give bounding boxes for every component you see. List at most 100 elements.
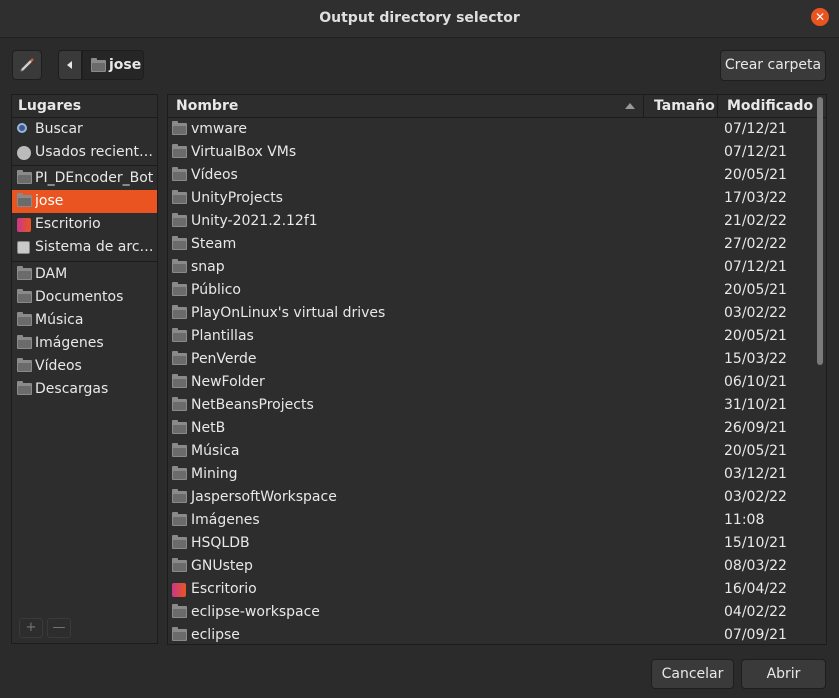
sidebar-divider — [12, 165, 157, 166]
folder-icon — [172, 535, 187, 549]
table-row[interactable]: eclipse-workspace 04/02/22 — [168, 601, 813, 624]
sidebar-item-filesystem[interactable]: Sistema de archivos — [12, 236, 157, 259]
sidebar-item-label: Escritorio — [35, 216, 101, 232]
open-button[interactable]: Abrir — [741, 659, 826, 689]
sidebar-item-pi-dencoder-bot[interactable]: PI_DEncoder_Bot — [12, 167, 157, 190]
table-row[interactable]: Steam 27/02/22 — [168, 233, 813, 256]
table-row[interactable]: snap 07/12/21 — [168, 256, 813, 279]
folder-icon — [172, 305, 187, 319]
file-modified: 15/10/21 — [724, 535, 787, 551]
file-modified: 06/10/21 — [724, 374, 787, 390]
folder-icon — [172, 443, 187, 457]
table-row[interactable]: NetB 26/09/21 — [168, 417, 813, 440]
chevron-left-icon — [67, 61, 72, 69]
table-row[interactable]: NewFolder 06/10/21 — [168, 371, 813, 394]
desktop-icon — [172, 583, 186, 597]
create-folder-button[interactable]: Crear carpeta — [720, 50, 826, 81]
file-list: Nombre Tamaño Modificado vmware 07/12/21 V… — [167, 94, 827, 645]
sidebar-item-musica[interactable]: Música — [12, 309, 157, 332]
path-button-label: jose — [109, 57, 142, 73]
file-name: PlayOnLinux's virtual drives — [191, 305, 386, 321]
table-row[interactable]: Público 20/05/21 — [168, 279, 813, 302]
folder-icon — [172, 512, 187, 526]
sidebar-item-label: PI_DEncoder_Bot — [35, 170, 154, 186]
file-name: eclipse-workspace — [191, 604, 320, 620]
folder-icon — [17, 170, 32, 184]
table-row[interactable]: Plantillas 20/05/21 — [168, 325, 813, 348]
table-row[interactable]: Vídeos 20/05/21 — [168, 164, 813, 187]
file-name: Escritorio — [191, 581, 257, 597]
table-row[interactable]: HSQLDB 15/10/21 — [168, 532, 813, 555]
window-title: Output directory selector — [319, 10, 520, 26]
table-row[interactable]: PlayOnLinux's virtual drives 03/02/22 — [168, 302, 813, 325]
sidebar-item-recent[interactable]: Usados recientemente — [12, 141, 157, 164]
cancel-button[interactable]: Cancelar — [651, 659, 734, 689]
scrollbar-thumb[interactable] — [817, 97, 823, 365]
file-modified: 07/09/21 — [724, 627, 787, 643]
table-row[interactable]: VirtualBox VMs 07/12/21 — [168, 141, 813, 164]
file-modified: 07/12/21 — [724, 259, 787, 275]
table-row[interactable]: eclipse 07/09/21 — [168, 624, 813, 644]
file-name: UnityProjects — [191, 190, 283, 206]
column-header-modified[interactable]: Modificado — [718, 95, 813, 117]
file-name: VirtualBox VMs — [191, 144, 297, 160]
disk-icon — [17, 241, 30, 254]
file-name: GNUstep — [191, 558, 253, 574]
close-button[interactable]: ✕ — [811, 8, 829, 26]
sidebar-item-escritorio[interactable]: Escritorio — [12, 213, 157, 236]
folder-icon — [17, 358, 32, 372]
sidebar-item-documentos[interactable]: Documentos — [12, 286, 157, 309]
table-row[interactable]: UnityProjects 17/03/22 — [168, 187, 813, 210]
folder-icon — [172, 259, 187, 273]
table-row[interactable]: Mining 03/12/21 — [168, 463, 813, 486]
folder-icon — [172, 489, 187, 503]
sidebar-item-imagenes[interactable]: Imágenes — [12, 332, 157, 355]
table-row[interactable]: Escritorio 16/04/22 — [168, 578, 813, 601]
folder-icon — [17, 289, 32, 303]
sidebar-item-label: Sistema de archivos — [35, 239, 155, 255]
table-row[interactable]: PenVerde 15/03/22 — [168, 348, 813, 371]
file-modified: 20/05/21 — [724, 443, 787, 459]
file-name: Mining — [191, 466, 238, 482]
sidebar-footer: + — — [11, 612, 158, 644]
folder-icon — [17, 335, 32, 349]
file-modified: 07/12/21 — [724, 144, 787, 160]
path-button-jose[interactable]: jose — [82, 50, 144, 80]
file-name: snap — [191, 259, 225, 275]
folder-icon — [172, 374, 187, 388]
folder-icon — [172, 420, 187, 434]
sidebar-item-label: Buscar — [35, 121, 83, 137]
table-row[interactable]: JaspersoftWorkspace 03/02/22 — [168, 486, 813, 509]
sort-ascending-icon — [625, 103, 635, 109]
table-row[interactable]: NetBeansProjects 31/10/21 — [168, 394, 813, 417]
remove-bookmark-button[interactable]: — — [47, 618, 71, 638]
file-modified: 11:08 — [724, 512, 765, 528]
column-header-size[interactable]: Tamaño — [644, 95, 718, 117]
column-header-name[interactable]: Nombre — [168, 95, 644, 117]
file-modified: 21/02/22 — [724, 213, 787, 229]
sidebar-item-search[interactable]: Buscar — [12, 118, 157, 141]
sidebar-item-jose[interactable]: jose — [12, 190, 157, 213]
sidebar-item-label: Imágenes — [35, 335, 104, 351]
table-row[interactable]: Unity-2021.2.12f1 21/02/22 — [168, 210, 813, 233]
folder-icon — [172, 282, 187, 296]
sidebar-item-videos[interactable]: Vídeos — [12, 355, 157, 378]
file-name: eclipse — [191, 627, 240, 643]
sidebar-heading: Lugares — [12, 95, 157, 118]
path-back-button[interactable] — [58, 50, 82, 80]
sidebar-item-label: DAM — [35, 266, 68, 282]
sidebar-item-descargas[interactable]: Descargas — [12, 378, 157, 401]
folder-icon — [17, 193, 32, 207]
edit-location-button[interactable] — [12, 50, 42, 80]
add-bookmark-button[interactable]: + — [19, 618, 43, 638]
file-name: HSQLDB — [191, 535, 250, 551]
table-row[interactable]: vmware 07/12/21 — [168, 118, 813, 141]
table-row[interactable]: Imágenes 11:08 — [168, 509, 813, 532]
table-row[interactable]: GNUstep 08/03/22 — [168, 555, 813, 578]
sidebar-item-dam[interactable]: DAM — [12, 263, 157, 286]
file-modified: 27/02/22 — [724, 236, 787, 252]
places-sidebar: Lugares Buscar Usados recientemente PI_D… — [11, 94, 158, 635]
table-row[interactable]: Música 20/05/21 — [168, 440, 813, 463]
file-modified: 26/09/21 — [724, 420, 787, 436]
file-name: NetB — [191, 420, 226, 436]
